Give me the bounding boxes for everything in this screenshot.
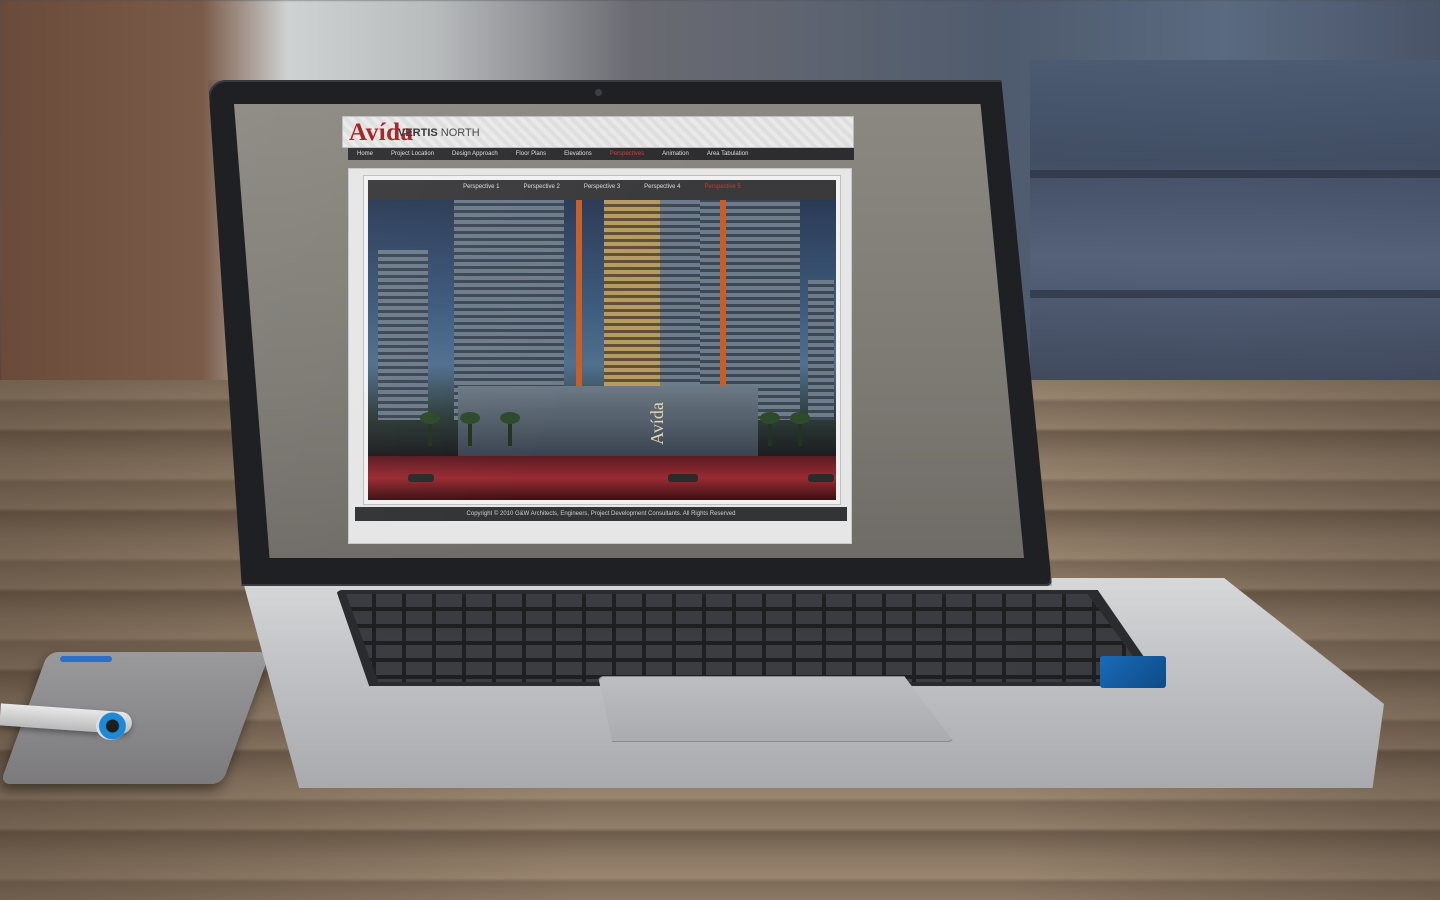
tablet-led <box>60 656 112 662</box>
website: Avída VERTIS NORTH Home Project Location… <box>342 116 854 544</box>
car <box>408 474 434 482</box>
webcam <box>595 89 602 96</box>
project-name-light: NORTH <box>440 127 480 139</box>
nav-perspectives[interactable]: Perspectives <box>601 151 653 157</box>
palm-tree <box>790 412 810 446</box>
nav-area-tabulation[interactable]: Area Tabulation <box>698 151 758 157</box>
tab-perspective-1[interactable]: Perspective 1 <box>451 180 511 190</box>
nav-design-approach[interactable]: Design Approach <box>443 151 507 157</box>
building-render-image: Avída <box>368 200 836 500</box>
nav-project-location[interactable]: Project Location <box>382 151 443 157</box>
tab-perspective-2[interactable]: Perspective 2 <box>511 180 571 190</box>
palm-tree <box>420 412 440 446</box>
palm-tree <box>500 412 520 446</box>
shelf-divider <box>1030 290 1440 298</box>
nav-home[interactable]: Home <box>348 151 382 157</box>
palm-tree <box>760 412 780 446</box>
tab-perspective-4[interactable]: Perspective 4 <box>632 180 692 190</box>
building-signage: Avída <box>646 402 667 445</box>
project-name: VERTIS NORTH <box>398 127 480 139</box>
keyboard-keys <box>346 594 1152 682</box>
street <box>368 456 836 500</box>
tab-perspective-3[interactable]: Perspective 3 <box>572 180 632 190</box>
car <box>668 474 698 482</box>
main-nav: Home Project Location Design Approach Fl… <box>348 148 854 160</box>
tower-left <box>378 250 428 420</box>
background-bookshelf <box>1030 60 1440 390</box>
touchpad <box>598 676 954 742</box>
tower-far-right <box>808 280 834 420</box>
tab-perspective-5[interactable]: Perspective 5 <box>693 180 753 190</box>
shelf-divider <box>1030 170 1440 178</box>
nav-floor-plans[interactable]: Floor Plans <box>507 151 555 157</box>
palm-tree <box>460 412 480 446</box>
nav-animation[interactable]: Animation <box>653 151 698 157</box>
project-name-bold: VERTIS <box>398 127 438 139</box>
stylus-tip <box>96 712 126 740</box>
copyright-text: Copyright © 2010 G&W Architects, Enginee… <box>466 511 736 517</box>
content-panel: Perspective 1 Perspective 2 Perspective … <box>348 168 852 544</box>
nav-elevations[interactable]: Elevations <box>555 151 601 157</box>
gallery-frame: Perspective 1 Perspective 2 Perspective … <box>363 175 841 505</box>
car <box>808 474 834 482</box>
site-header: Avída VERTIS NORTH <box>342 116 854 148</box>
perspective-tabs: Perspective 1 Perspective 2 Perspective … <box>368 180 836 200</box>
site-footer: Copyright © 2010 G&W Architects, Enginee… <box>355 507 847 521</box>
processor-sticker <box>1100 656 1166 688</box>
